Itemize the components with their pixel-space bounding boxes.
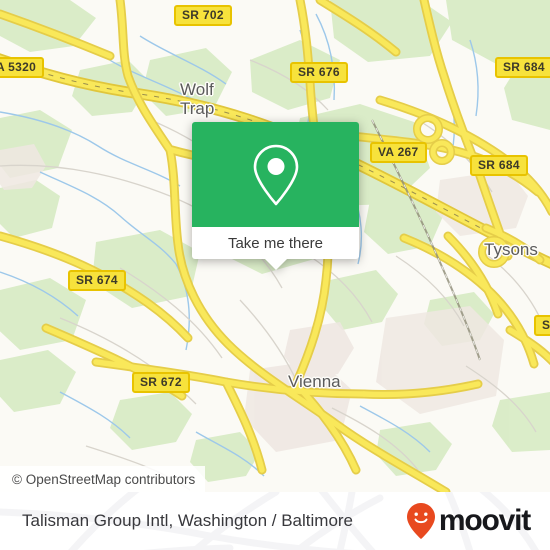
moovit-pin-icon — [406, 503, 435, 539]
road-shield-sr-702: SR 702 — [174, 5, 232, 26]
place-label-tysons: Tysons — [484, 240, 538, 259]
map-attribution[interactable]: © OpenStreetMap contributors — [0, 466, 206, 492]
moovit-wordmark: moovit — [438, 504, 531, 537]
road-shield-sr-672: SR 672 — [132, 372, 190, 393]
place-label-wolf-trap: Wolf Trap — [180, 80, 215, 118]
road-shield-va-267: VA 267 — [370, 142, 427, 163]
location-title: Talisman Group Intl, Washington / Baltim… — [22, 511, 354, 530]
footer-bar: Talisman Group Intl, Washington / Baltim… — [0, 492, 550, 550]
take-me-there-label: Take me there — [227, 234, 324, 252]
place-label-vienna: Vienna — [288, 372, 341, 391]
road-shield-sr-684-north: SR 684 — [495, 57, 550, 78]
popup-header — [192, 122, 359, 227]
popup-footer[interactable]: Take me there — [192, 227, 359, 270]
map-screenshot: Wolf Trap Tysons Vienna SR 702 A 5320 SR… — [0, 0, 550, 550]
map-pin-icon — [253, 144, 298, 205]
road-shield-sr-684-south: SR 684 — [470, 155, 528, 176]
road-shield-sr-676: SR 676 — [290, 62, 348, 83]
destination-popup[interactable]: Take me there — [192, 122, 359, 270]
road-shield-sr-674: SR 674 — [68, 270, 126, 291]
moovit-logo[interactable]: moovit — [406, 502, 531, 540]
road-shield-partial-right: S — [534, 315, 550, 336]
attribution-text: © OpenStreetMap contributors — [12, 471, 196, 487]
road-shield-sr-5320: A 5320 — [0, 57, 45, 78]
popup-pointer — [264, 259, 287, 270]
map-canvas[interactable]: Wolf Trap Tysons Vienna SR 702 A 5320 SR… — [0, 0, 550, 492]
